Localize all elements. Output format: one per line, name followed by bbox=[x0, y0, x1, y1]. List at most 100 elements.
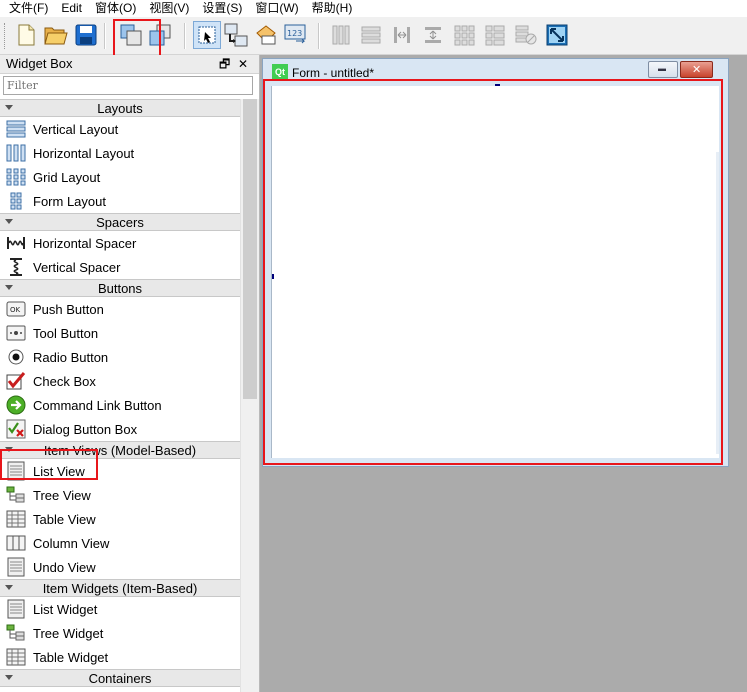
widget-undo-view[interactable]: Undo View bbox=[0, 555, 240, 579]
widget-label: Tool Button bbox=[33, 325, 99, 341]
command-link-icon bbox=[5, 395, 27, 415]
float-panel-icon[interactable]: 🗗 bbox=[219, 55, 230, 73]
widget-list-widget[interactable]: List Widget bbox=[0, 597, 240, 621]
layout-vertical-splitter-icon bbox=[425, 27, 441, 43]
widget-label: Check Box bbox=[33, 373, 96, 389]
form-highlight bbox=[263, 79, 723, 465]
qt-logo-icon: Qt bbox=[272, 64, 288, 80]
category-label: Layouts bbox=[97, 101, 143, 116]
widget-label: Vertical Spacer bbox=[33, 259, 121, 275]
expand-arrow-icon bbox=[5, 105, 13, 110]
menu-window[interactable]: 窗口(W) bbox=[247, 0, 303, 17]
minimize-button[interactable]: ▬ bbox=[648, 61, 678, 78]
layout-grid-button[interactable] bbox=[450, 21, 478, 49]
widget-vertical-spacer[interactable]: Vertical Spacer bbox=[0, 255, 240, 279]
form-layout-icon bbox=[5, 191, 27, 211]
widget-label: Column View bbox=[33, 535, 110, 551]
widget-label: Table View bbox=[33, 511, 96, 527]
edit-tab-order-button[interactable]: 123 bbox=[283, 21, 311, 49]
edit-widgets-button[interactable] bbox=[193, 21, 221, 49]
widget-column-view[interactable]: Column View bbox=[0, 531, 240, 555]
widget-label: Form Layout bbox=[33, 193, 106, 209]
category-label: Spacers bbox=[96, 215, 144, 230]
toolbar-grip[interactable] bbox=[4, 23, 8, 49]
tree-widget-icon bbox=[5, 623, 27, 643]
break-layout-icon bbox=[515, 25, 537, 45]
category-containers[interactable]: Containers bbox=[0, 669, 240, 687]
layout-vertical-button[interactable] bbox=[357, 21, 385, 49]
category-item-widgets[interactable]: Item Widgets (Item-Based) bbox=[0, 579, 240, 597]
widget-table-view[interactable]: Table View bbox=[0, 507, 240, 531]
widget-push-button[interactable]: OK Push Button bbox=[0, 297, 240, 321]
menu-view[interactable]: 视图(V) bbox=[141, 0, 194, 17]
layout-grid-icon bbox=[454, 25, 475, 46]
widget-form-layout[interactable]: Form Layout bbox=[0, 189, 240, 213]
toolbar-highlight bbox=[113, 19, 161, 57]
widget-grid-layout[interactable]: Grid Layout bbox=[0, 165, 240, 189]
menu-form[interactable]: 窗体(O) bbox=[87, 0, 141, 17]
open-button[interactable] bbox=[42, 21, 70, 49]
dialog-button-box-icon bbox=[5, 419, 27, 439]
undo-view-icon bbox=[5, 557, 27, 577]
new-file-button[interactable] bbox=[12, 21, 40, 49]
category-spacers[interactable]: Spacers bbox=[0, 213, 240, 231]
horizontal-spacer-icon bbox=[5, 233, 27, 253]
adjust-size-button[interactable] bbox=[543, 21, 571, 49]
menu-help[interactable]: 帮助(H) bbox=[304, 0, 358, 17]
widget-tree-view[interactable]: Tree View bbox=[0, 483, 240, 507]
widget-dialog-button-box[interactable]: Dialog Button Box bbox=[0, 417, 240, 441]
close-icon: ✕ bbox=[692, 64, 702, 76]
menu-bar: 文件(F) Edit 窗体(O) 视图(V) 设置(S) 窗口(W) 帮助(H) bbox=[0, 0, 747, 17]
edit-buddies-button[interactable] bbox=[252, 21, 280, 49]
list-view-highlight bbox=[0, 449, 98, 480]
widget-label: Tree Widget bbox=[33, 625, 104, 641]
widget-table-widget[interactable]: Table Widget bbox=[0, 645, 240, 669]
widget-label: Dialog Button Box bbox=[33, 421, 138, 437]
break-layout-button[interactable] bbox=[512, 21, 540, 49]
edit-signals-slots-button[interactable] bbox=[222, 21, 250, 49]
widget-label: List Widget bbox=[33, 601, 98, 617]
check-box-icon bbox=[5, 371, 27, 391]
expand-arrow-icon bbox=[5, 219, 13, 224]
radio-button-icon bbox=[5, 347, 27, 367]
close-button[interactable]: ✕ bbox=[680, 61, 713, 78]
layout-horizontal-splitter-button[interactable] bbox=[388, 21, 416, 49]
push-button-icon: OK bbox=[5, 299, 27, 319]
widget-label: Radio Button bbox=[33, 349, 109, 365]
widget-tree-widget[interactable]: Tree Widget bbox=[0, 621, 240, 645]
layout-vertical-splitter-button[interactable] bbox=[419, 21, 447, 49]
layout-vertical-icon bbox=[361, 26, 381, 44]
widget-label: Push Button bbox=[33, 301, 104, 317]
minimize-icon: ▬ bbox=[658, 64, 666, 73]
save-button[interactable] bbox=[72, 21, 100, 49]
widget-horizontal-layout[interactable]: Horizontal Layout bbox=[0, 141, 240, 165]
menu-settings[interactable]: 设置(S) bbox=[194, 0, 247, 17]
category-buttons[interactable]: Buttons bbox=[0, 279, 240, 297]
menu-file[interactable]: 文件(F) bbox=[0, 0, 53, 17]
filter-input[interactable] bbox=[3, 76, 253, 95]
adjust-size-icon bbox=[546, 24, 568, 46]
menu-edit[interactable]: Edit bbox=[53, 0, 87, 17]
widget-radio-button[interactable]: Radio Button bbox=[0, 345, 240, 369]
vertical-spacer-icon bbox=[5, 257, 27, 277]
layout-horizontal-button[interactable] bbox=[327, 21, 355, 49]
layout-form-button[interactable] bbox=[481, 21, 509, 49]
category-layouts[interactable]: Layouts bbox=[0, 99, 240, 117]
widget-tool-button[interactable]: Tool Button bbox=[0, 321, 240, 345]
widget-box-scrollbar[interactable] bbox=[240, 99, 259, 692]
toolbar: 123 bbox=[0, 17, 747, 57]
widget-check-box[interactable]: Check Box bbox=[0, 369, 240, 393]
widget-list-view[interactable]: List View bbox=[0, 449, 240, 483]
scrollbar-thumb[interactable] bbox=[243, 99, 257, 399]
widget-list: Layouts Vertical Layout Horizontal Layou… bbox=[0, 99, 240, 692]
expand-arrow-icon bbox=[5, 675, 13, 680]
vertical-layout-icon bbox=[5, 119, 27, 139]
close-panel-icon[interactable]: ✕ bbox=[238, 55, 248, 73]
category-label: Containers bbox=[88, 671, 152, 686]
svg-text:123: 123 bbox=[287, 29, 302, 38]
widget-box-titlebar: Widget Box 🗗 ✕ bbox=[0, 55, 259, 74]
widget-horizontal-spacer[interactable]: Horizontal Spacer bbox=[0, 231, 240, 255]
widget-label: Command Link Button bbox=[33, 397, 162, 413]
widget-command-link-button[interactable]: Command Link Button bbox=[0, 393, 240, 417]
widget-vertical-layout[interactable]: Vertical Layout bbox=[0, 117, 240, 141]
